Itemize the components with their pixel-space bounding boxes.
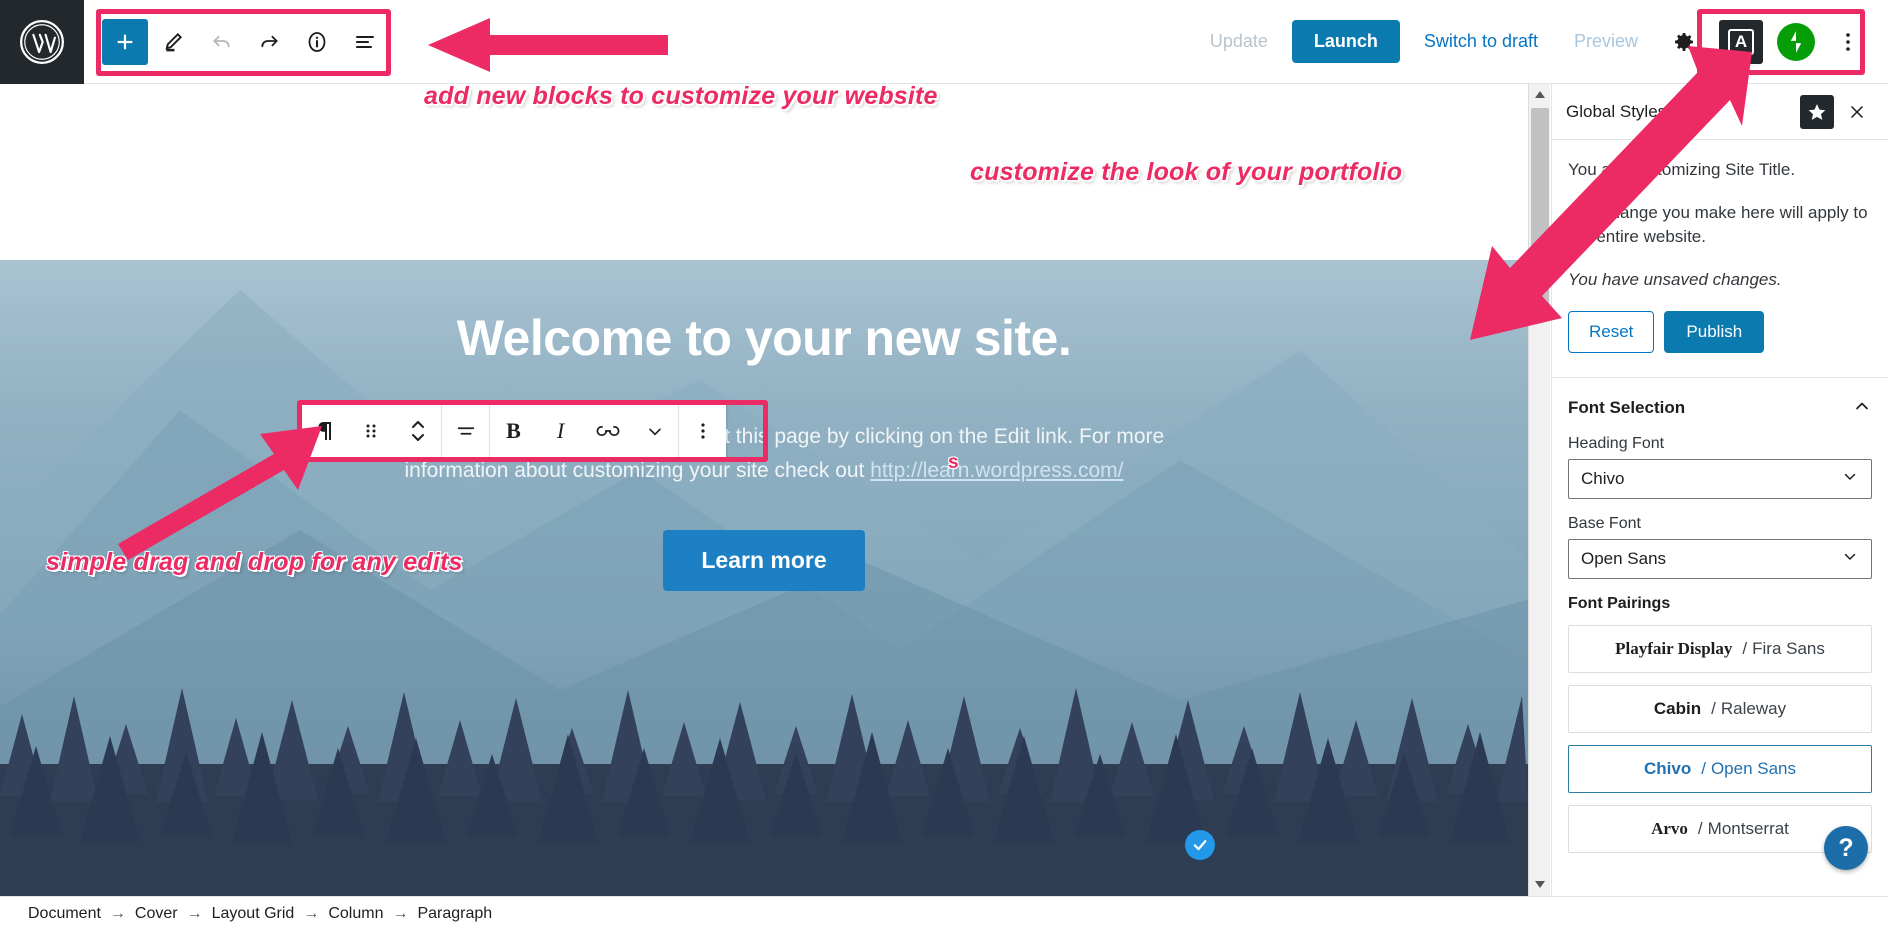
breadcrumb-item[interactable]: Paragraph (417, 905, 492, 923)
base-font-label: Base Font (1568, 514, 1641, 532)
chevron-down-icon[interactable] (631, 403, 678, 459)
apply-notice: Any change you make here will apply to t… (1568, 202, 1868, 247)
launch-button[interactable]: Launch (1291, 20, 1400, 63)
sidebar-title: Global Styles (1566, 101, 1667, 121)
star-icon[interactable] (1800, 94, 1834, 129)
jetpack-icon[interactable] (1777, 22, 1815, 61)
triangle-up-icon[interactable] (1529, 84, 1551, 106)
breadcrumb: Document → Cover → Layout Grid → Column → Paragr… (0, 896, 1888, 930)
font-pairing-item[interactable]: Cabin / Raleway (1568, 684, 1872, 733)
selection-marker: s (948, 452, 959, 473)
breadcrumb-separator: → (186, 904, 203, 922)
triangle-down-icon[interactable] (1529, 874, 1551, 896)
update-button[interactable]: Update (1192, 31, 1286, 52)
undo-button[interactable] (198, 19, 244, 65)
scrollbar-thumb[interactable] (1531, 108, 1549, 316)
block-toolbar-group-options (679, 403, 726, 459)
editor-canvas: Welcome to your new site. Welcome to you… (0, 84, 1528, 896)
heading-font-value: Chivo (1581, 468, 1625, 488)
font-pairing-body: Open Sans (1710, 758, 1797, 778)
cover-block[interactable]: Welcome to your new site. Welcome to you… (0, 260, 1528, 896)
font-pairing-body: Raleway (1720, 698, 1787, 718)
breadcrumb-separator: → (303, 904, 320, 922)
learn-more-button[interactable]: Learn more (663, 529, 865, 591)
font-pairing-separator: / (1711, 698, 1716, 718)
vertical-ellipsis-icon[interactable] (1827, 19, 1873, 65)
add-block-button[interactable] (102, 18, 148, 65)
font-pairings-list: Playfair Display / Fira Sans Cabin / Raleway C… (1568, 624, 1872, 853)
font-pairing-separator: / (1701, 758, 1706, 778)
publish-button[interactable]: Publish (1664, 310, 1765, 353)
breadcrumb-separator: → (392, 904, 409, 922)
canvas-scrollbar[interactable] (1528, 84, 1550, 896)
reset-button[interactable]: Reset (1568, 310, 1655, 353)
global-styles-button[interactable]: A (1719, 19, 1763, 64)
wordpress-block-editor: Update Launch Switch to draft Preview A (0, 0, 1888, 930)
list-view-icon[interactable] (342, 19, 388, 65)
info-icon[interactable] (294, 19, 340, 65)
sidebar-body: You are customizing Site Title. Any chan… (1552, 140, 1888, 853)
help-button[interactable]: ? (1824, 826, 1868, 870)
base-font-value: Open Sans (1581, 548, 1667, 568)
redo-button[interactable] (246, 19, 292, 65)
wordpress-logo-icon[interactable] (0, 0, 84, 84)
font-pairing-body: Montserrat (1707, 818, 1789, 838)
edit-mode-button[interactable] (150, 19, 196, 65)
chevron-up-down-icon[interactable] (394, 403, 441, 459)
font-pairings-label: Font Pairings (1568, 594, 1671, 612)
switch-to-draft-button[interactable]: Switch to draft (1406, 31, 1556, 52)
paragraph-pilcrow-icon[interactable] (300, 403, 347, 459)
unsaved-changes-notice: You have unsaved changes. (1568, 269, 1782, 289)
letter-a-icon: A (1728, 28, 1754, 55)
sidebar-header: Global Styles (1552, 84, 1888, 140)
link-icon[interactable] (584, 403, 631, 459)
check-circle-icon[interactable] (1185, 830, 1215, 860)
editor-right-tools: Update Launch Switch to draft Preview A (1192, 19, 1888, 65)
preview-button[interactable]: Preview (1556, 31, 1656, 52)
gear-icon[interactable] (1661, 19, 1707, 65)
font-pairing-heading: Chivo (1643, 758, 1692, 778)
editor-top-bar: Update Launch Switch to draft Preview A (0, 0, 1888, 84)
chevron-up-icon (1852, 396, 1872, 421)
font-selection-panel-header[interactable]: Font Selection (1568, 378, 1872, 435)
heading-font-select[interactable]: Chivo (1568, 458, 1872, 499)
breadcrumb-item[interactable]: Cover (135, 905, 178, 923)
customizing-notice: You are customizing Site Title. (1568, 160, 1796, 179)
font-pairing-item[interactable]: Playfair Display / Fira Sans (1568, 624, 1872, 673)
chevron-down-icon (1841, 547, 1859, 570)
align-text-icon[interactable] (442, 403, 489, 459)
breadcrumb-item[interactable]: Layout Grid (212, 905, 295, 923)
learn-wordpress-link[interactable]: http://learn.wordpress.com/ (870, 459, 1123, 482)
block-toolbar-group-block (300, 403, 441, 459)
global-styles-sidebar: Global Styles You are customizing Site T… (1551, 84, 1888, 896)
font-pairing-heading: Arvo (1651, 818, 1688, 838)
drag-dots-icon[interactable] (347, 403, 394, 459)
font-pairing-body: Fira Sans (1752, 638, 1825, 658)
block-toolbar: B I (300, 403, 726, 459)
font-selection-title: Font Selection (1568, 398, 1686, 418)
heading-font-label: Heading Font (1568, 434, 1665, 452)
block-options-ellipsis-icon[interactable] (679, 403, 726, 459)
canvas-top-whitespace (0, 84, 1528, 260)
cover-inner-content: Welcome to your new site. Welcome to you… (0, 260, 1528, 896)
editor-left-tools (84, 18, 388, 65)
bold-button[interactable]: B (490, 403, 537, 459)
font-pairing-item[interactable]: Chivo / Open Sans (1568, 744, 1872, 793)
font-pairing-heading: Cabin (1653, 698, 1702, 718)
italic-button[interactable]: I (537, 403, 584, 459)
block-toolbar-group-align (442, 403, 489, 459)
cover-heading[interactable]: Welcome to your new site. (457, 310, 1072, 368)
breadcrumb-item[interactable]: Column (328, 905, 383, 923)
breadcrumb-separator: → (109, 904, 126, 922)
sidebar-actions: Reset Publish (1568, 310, 1872, 353)
block-toolbar-group-format: B I (490, 403, 678, 459)
base-font-select[interactable]: Open Sans (1568, 538, 1872, 579)
font-pairing-separator: / (1742, 638, 1748, 658)
font-pairing-heading: Playfair Display (1615, 638, 1733, 658)
close-icon[interactable] (1840, 95, 1874, 129)
font-pairing-separator: / (1697, 818, 1703, 838)
breadcrumb-item[interactable]: Document (28, 905, 101, 923)
chevron-down-icon (1841, 467, 1859, 490)
